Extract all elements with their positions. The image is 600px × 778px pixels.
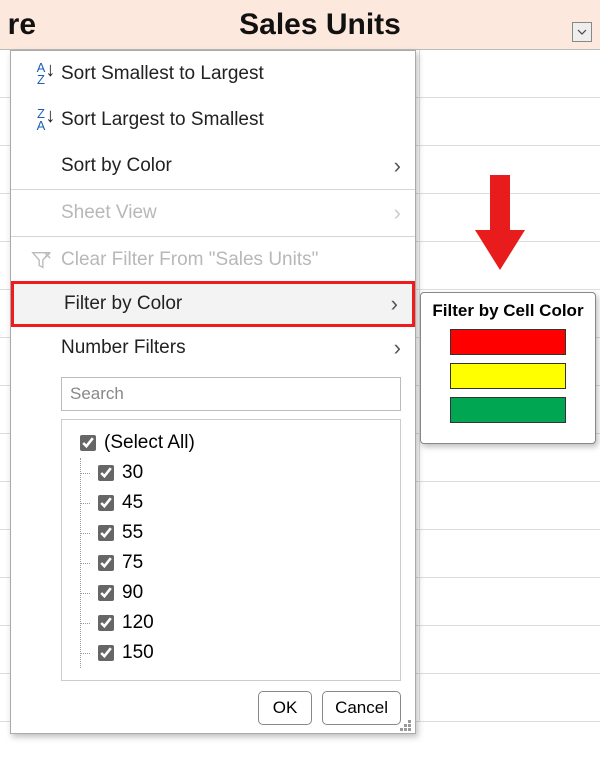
value-item[interactable]: 55 bbox=[70, 518, 392, 548]
value-label: 30 bbox=[122, 462, 143, 484]
sort-by-color[interactable]: Sort by Color › bbox=[11, 143, 415, 189]
value-label: 75 bbox=[122, 552, 143, 574]
value-item[interactable]: 150 bbox=[70, 638, 392, 668]
sort-descending[interactable]: ZA↓ Sort Largest to Smallest bbox=[11, 97, 415, 143]
value-label: 90 bbox=[122, 582, 143, 604]
clear-filter: Clear Filter From "Sales Units" bbox=[11, 237, 415, 283]
sort-ascending[interactable]: AZ↓ Sort Smallest to Largest bbox=[11, 51, 415, 97]
value-label: 150 bbox=[122, 642, 154, 664]
column-title: Sales Units bbox=[239, 8, 401, 41]
value-item[interactable]: 75 bbox=[70, 548, 392, 578]
resize-grip-icon[interactable] bbox=[399, 719, 411, 731]
number-filters-label: Number Filters bbox=[61, 337, 394, 359]
value-checkbox[interactable] bbox=[98, 645, 114, 661]
adjacent-header-fragment: re bbox=[0, 8, 40, 42]
value-checkbox[interactable] bbox=[98, 555, 114, 571]
callout-arrow-icon bbox=[475, 175, 525, 280]
cancel-button[interactable]: Cancel bbox=[322, 691, 401, 725]
sort-asc-label: Sort Smallest to Largest bbox=[61, 63, 401, 85]
color-swatch-red[interactable] bbox=[450, 329, 566, 355]
value-checkbox[interactable] bbox=[98, 465, 114, 481]
chevron-right-icon: › bbox=[394, 153, 401, 179]
chevron-right-icon: › bbox=[394, 200, 401, 226]
sales-units-header: Sales Units bbox=[40, 8, 600, 42]
chevron-right-icon: › bbox=[391, 291, 398, 317]
color-swatch-green[interactable] bbox=[450, 397, 566, 423]
number-filters[interactable]: Number Filters › bbox=[11, 325, 415, 371]
value-item[interactable]: 45 bbox=[70, 488, 392, 518]
filter-by-color[interactable]: Filter by Color › bbox=[11, 281, 415, 327]
value-item[interactable]: 90 bbox=[70, 578, 392, 608]
search-placeholder: Search bbox=[70, 384, 124, 404]
select-all-label: (Select All) bbox=[104, 432, 195, 454]
value-checkbox[interactable] bbox=[98, 495, 114, 511]
select-all-item[interactable]: (Select All) bbox=[70, 428, 392, 458]
value-checkbox[interactable] bbox=[98, 585, 114, 601]
value-item[interactable]: 30 bbox=[70, 458, 392, 488]
chevron-right-icon: › bbox=[394, 335, 401, 361]
sort-desc-icon: ZA↓ bbox=[21, 108, 61, 132]
clear-filter-label: Clear Filter From "Sales Units" bbox=[61, 249, 401, 271]
sort-by-color-label: Sort by Color bbox=[61, 155, 394, 177]
color-swatch-yellow[interactable] bbox=[450, 363, 566, 389]
value-checkbox[interactable] bbox=[98, 615, 114, 631]
value-item[interactable]: 120 bbox=[70, 608, 392, 638]
value-checkbox[interactable] bbox=[98, 525, 114, 541]
filter-dropdown-button[interactable] bbox=[572, 22, 592, 42]
value-label: 45 bbox=[122, 492, 143, 514]
dialog-buttons: OK Cancel bbox=[11, 687, 415, 727]
value-label: 120 bbox=[122, 612, 154, 634]
filter-by-color-label: Filter by Color bbox=[64, 293, 391, 315]
value-checklist: (Select All) 30 45 55 75 90 120 150 bbox=[61, 419, 401, 681]
flyout-title: Filter by Cell Color bbox=[431, 301, 585, 321]
column-header-row: re Sales Units bbox=[0, 0, 600, 50]
chevron-down-icon bbox=[577, 27, 587, 37]
sheet-view: Sheet View › bbox=[11, 190, 415, 236]
sort-desc-label: Sort Largest to Smallest bbox=[61, 109, 401, 131]
funnel-clear-icon bbox=[21, 249, 61, 271]
value-label: 55 bbox=[122, 522, 143, 544]
autofilter-dropdown: AZ↓ Sort Smallest to Largest ZA↓ Sort La… bbox=[10, 50, 416, 734]
ok-button[interactable]: OK bbox=[258, 691, 312, 725]
sort-asc-icon: AZ↓ bbox=[21, 62, 61, 86]
filter-by-cell-color-flyout: Filter by Cell Color bbox=[420, 292, 596, 444]
select-all-checkbox[interactable] bbox=[80, 435, 96, 451]
sheet-view-label: Sheet View bbox=[61, 202, 394, 224]
search-input[interactable]: Search bbox=[61, 377, 401, 411]
